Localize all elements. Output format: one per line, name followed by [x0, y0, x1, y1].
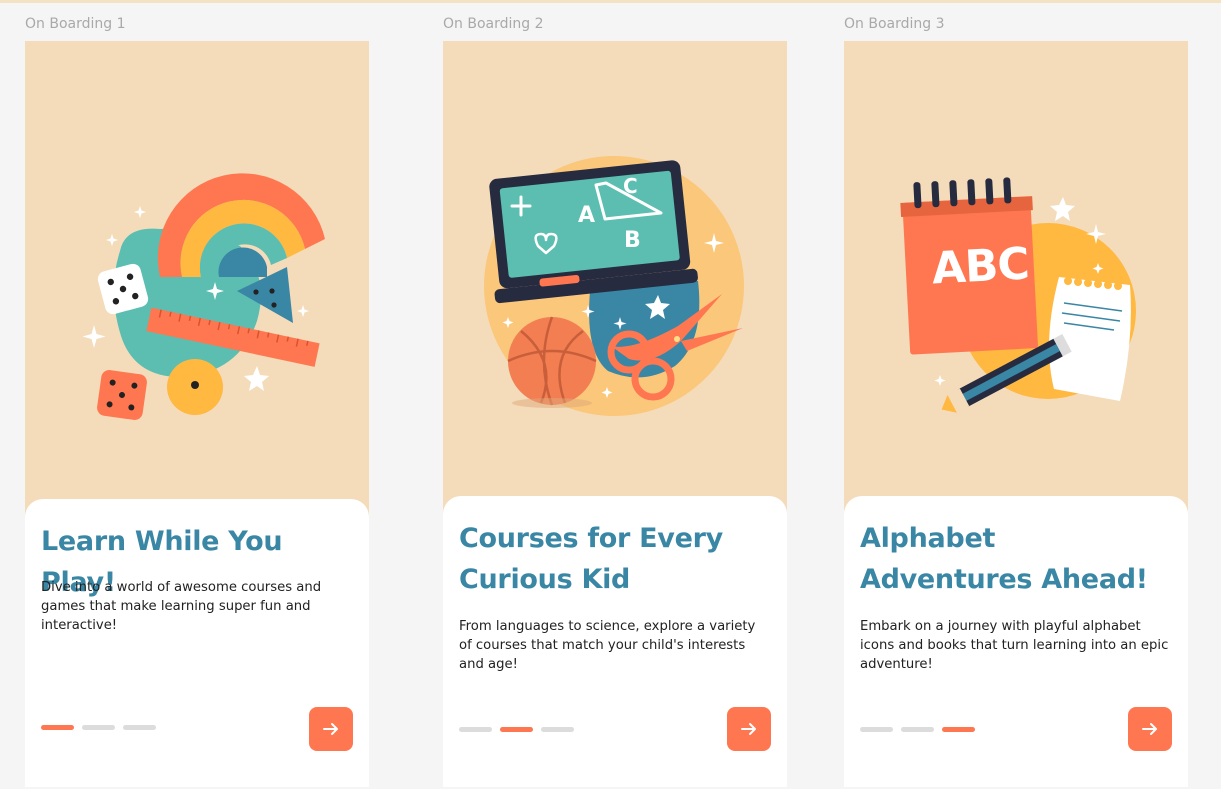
abc-notepad-pencil-illustration: ABC	[900, 177, 1136, 413]
page-dot	[82, 725, 115, 730]
page-title: Courses for Every Curious Kid	[459, 523, 723, 595]
page-dot	[541, 727, 574, 732]
chalkboard-basketball-scissors-illustration: A C B	[484, 156, 744, 416]
page-indicator	[41, 725, 156, 730]
svg-text:C: C	[623, 174, 638, 198]
rainbow-dice-ruler-illustration	[82, 173, 325, 420]
next-button[interactable]	[1128, 707, 1172, 751]
page-dot	[860, 727, 893, 732]
arrow-right-icon	[741, 723, 756, 735]
page-dot	[459, 727, 492, 732]
page-description: Dive into a world of awesome courses and…	[41, 580, 322, 633]
page-dot-active	[41, 725, 74, 730]
page-title: Alphabet Adventures Ahead!	[860, 523, 1148, 595]
content-card: Learn While You Play! Dive into a world …	[25, 499, 369, 787]
page-indicator	[860, 727, 975, 732]
onboarding-screen-3: ABC Alphabet Adventures Ahead! Embark on…	[844, 41, 1188, 787]
svg-text:ABC: ABC	[930, 238, 1029, 294]
content-card: Alphabet Adventures Ahead! Embark on a j…	[844, 496, 1188, 787]
page-dot-active	[500, 727, 533, 732]
frame-label: On Boarding 1	[25, 16, 126, 32]
page-description: From languages to science, explore a var…	[459, 619, 756, 672]
frame-label: On Boarding 3	[844, 16, 945, 32]
page-dot-active	[942, 727, 975, 732]
next-button[interactable]	[309, 707, 353, 751]
onboarding-screen-1: Learn While You Play! Dive into a world …	[25, 41, 369, 787]
frame-label: On Boarding 2	[443, 16, 544, 32]
page-description: Embark on a journey with playful alphabe…	[860, 619, 1169, 672]
next-button[interactable]	[727, 707, 771, 751]
arrow-right-icon	[323, 723, 338, 735]
arrow-right-icon	[1142, 723, 1157, 735]
svg-text:A: A	[578, 203, 595, 228]
page-dot	[123, 725, 156, 730]
page-dot	[901, 727, 934, 732]
onboarding-screen-2: A C B Courses for Every Curious Kid From…	[443, 41, 787, 787]
top-border	[0, 0, 1221, 3]
svg-text:B: B	[624, 228, 641, 253]
content-card: Courses for Every Curious Kid From langu…	[443, 496, 787, 787]
page-indicator	[459, 727, 574, 732]
